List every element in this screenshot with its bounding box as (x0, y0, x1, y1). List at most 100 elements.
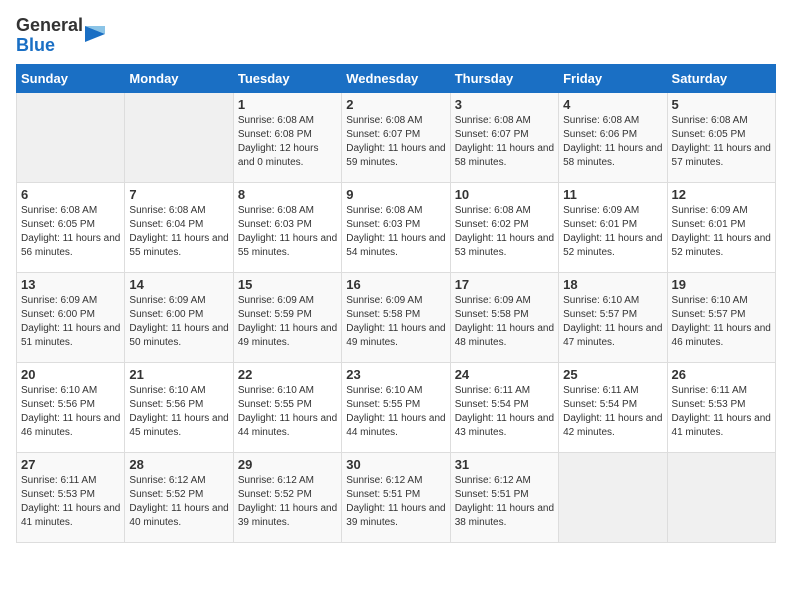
day-info: Sunrise: 6:10 AMSunset: 5:57 PMDaylight:… (672, 294, 771, 350)
day-number: 7 (129, 187, 228, 202)
day-info: Sunrise: 6:10 AMSunset: 5:55 PMDaylight:… (238, 384, 337, 440)
logo: General Blue (16, 16, 113, 56)
day-number: 24 (455, 367, 554, 382)
day-number: 10 (455, 187, 554, 202)
day-number: 13 (21, 277, 120, 292)
calendar-cell: 4Sunrise: 6:08 AMSunset: 6:06 PMDaylight… (559, 92, 667, 182)
calendar-cell (125, 92, 233, 182)
weekday-header-monday: Monday (125, 64, 233, 92)
day-number: 6 (21, 187, 120, 202)
day-info: Sunrise: 6:09 AMSunset: 6:00 PMDaylight:… (129, 294, 228, 350)
calendar-cell: 15Sunrise: 6:09 AMSunset: 5:59 PMDayligh… (233, 272, 341, 362)
calendar-cell: 18 Sunrise: 6:10 AMSunset: 5:57 PMDayligh… (559, 272, 667, 362)
day-number: 16 (346, 277, 445, 292)
calendar-cell: 30Sunrise: 6:12 AMSunset: 5:51 PMDayligh… (342, 452, 450, 542)
day-info: Sunrise: 6:08 AMSunset: 6:07 PMDaylight:… (455, 114, 554, 170)
calendar-week-row: 1 Sunrise: 6:08 AMSunset: 6:08 PMDaylight… (17, 92, 776, 182)
day-number: 25 (563, 367, 662, 382)
calendar-cell: 19 Sunrise: 6:10 AMSunset: 5:57 PMDayligh… (667, 272, 775, 362)
day-info: Sunrise: 6:11 AMSunset: 5:53 PMDaylight:… (672, 384, 771, 440)
day-info: Sunrise: 6:11 AMSunset: 5:54 PMDaylight:… (455, 384, 554, 440)
calendar-cell (559, 452, 667, 542)
day-info: Sunrise: 6:10 AMSunset: 5:57 PMDaylight:… (563, 294, 662, 350)
day-info: Sunrise: 6:12 AMSunset: 5:51 PMDaylight:… (455, 474, 554, 530)
calendar-cell: 9 Sunrise: 6:08 AMSunset: 6:03 PMDaylight… (342, 182, 450, 272)
day-number: 4 (563, 97, 662, 112)
day-number: 19 (672, 277, 771, 292)
logo-general-text: General (16, 15, 83, 35)
day-number: 29 (238, 457, 337, 472)
calendar-cell: 13 Sunrise: 6:09 AMSunset: 6:00 PMDayligh… (17, 272, 125, 362)
calendar-cell: 20 Sunrise: 6:10 AMSunset: 5:56 PMDayligh… (17, 362, 125, 452)
day-number: 3 (455, 97, 554, 112)
calendar-week-row: 6 Sunrise: 6:08 AMSunset: 6:05 PMDaylight… (17, 182, 776, 272)
day-number: 21 (129, 367, 228, 382)
day-info: Sunrise: 6:08 AMSunset: 6:03 PMDaylight:… (346, 204, 445, 260)
day-number: 8 (238, 187, 337, 202)
day-number: 9 (346, 187, 445, 202)
calendar-week-row: 13 Sunrise: 6:09 AMSunset: 6:00 PMDayligh… (17, 272, 776, 362)
weekday-header-wednesday: Wednesday (342, 64, 450, 92)
calendar-cell: 3 Sunrise: 6:08 AMSunset: 6:07 PMDaylight… (450, 92, 558, 182)
logo-blue-text: Blue (16, 35, 55, 55)
day-number: 14 (129, 277, 228, 292)
day-number: 11 (563, 187, 662, 202)
day-number: 1 (238, 97, 337, 112)
calendar-cell: 5 Sunrise: 6:08 AMSunset: 6:05 PMDaylight… (667, 92, 775, 182)
calendar-cell: 12 Sunrise: 6:09 AMSunset: 6:01 PMDayligh… (667, 182, 775, 272)
day-info: Sunrise: 6:12 AMSunset: 5:52 PMDaylight:… (238, 474, 337, 530)
calendar-cell: 16Sunrise: 6:09 AMSunset: 5:58 PMDayligh… (342, 272, 450, 362)
day-info: Sunrise: 6:08 AMSunset: 6:03 PMDaylight:… (238, 204, 337, 260)
day-info: Sunrise: 6:09 AMSunset: 6:01 PMDaylight:… (672, 204, 771, 260)
weekday-header-tuesday: Tuesday (233, 64, 341, 92)
day-number: 2 (346, 97, 445, 112)
day-number: 31 (455, 457, 554, 472)
calendar-cell: 24 Sunrise: 6:11 AMSunset: 5:54 PMDayligh… (450, 362, 558, 452)
calendar-cell: 11 Sunrise: 6:09 AMSunset: 6:01 PMDayligh… (559, 182, 667, 272)
day-number: 27 (21, 457, 120, 472)
calendar-week-row: 27Sunrise: 6:11 AMSunset: 5:53 PMDayligh… (17, 452, 776, 542)
calendar-cell: 8 Sunrise: 6:08 AMSunset: 6:03 PMDaylight… (233, 182, 341, 272)
day-info: Sunrise: 6:09 AMSunset: 5:59 PMDaylight:… (238, 294, 337, 350)
calendar-week-row: 20 Sunrise: 6:10 AMSunset: 5:56 PMDayligh… (17, 362, 776, 452)
calendar-cell: 27Sunrise: 6:11 AMSunset: 5:53 PMDayligh… (17, 452, 125, 542)
day-number: 20 (21, 367, 120, 382)
day-number: 28 (129, 457, 228, 472)
day-info: Sunrise: 6:10 AMSunset: 5:55 PMDaylight:… (346, 384, 445, 440)
calendar-cell: 23Sunrise: 6:10 AMSunset: 5:55 PMDayligh… (342, 362, 450, 452)
calendar-cell: 10 Sunrise: 6:08 AMSunset: 6:02 PMDayligh… (450, 182, 558, 272)
calendar-cell: 14 Sunrise: 6:09 AMSunset: 6:00 PMDayligh… (125, 272, 233, 362)
day-info: Sunrise: 6:09 AMSunset: 6:00 PMDaylight:… (21, 294, 120, 350)
day-info: Sunrise: 6:08 AMSunset: 6:05 PMDaylight:… (672, 114, 771, 170)
calendar-cell: 17 Sunrise: 6:09 AMSunset: 5:58 PMDayligh… (450, 272, 558, 362)
day-info: Sunrise: 6:10 AMSunset: 5:56 PMDaylight:… (129, 384, 228, 440)
day-info: Sunrise: 6:09 AMSunset: 6:01 PMDaylight:… (563, 204, 662, 260)
calendar-cell: 21 Sunrise: 6:10 AMSunset: 5:56 PMDayligh… (125, 362, 233, 452)
day-number: 12 (672, 187, 771, 202)
calendar-cell: 7Sunrise: 6:08 AMSunset: 6:04 PMDaylight… (125, 182, 233, 272)
day-info: Sunrise: 6:08 AMSunset: 6:05 PMDaylight:… (21, 204, 120, 260)
weekday-header-sunday: Sunday (17, 64, 125, 92)
day-info: Sunrise: 6:11 AMSunset: 5:54 PMDaylight:… (563, 384, 662, 440)
day-info: Sunrise: 6:09 AMSunset: 5:58 PMDaylight:… (455, 294, 554, 350)
day-number: 18 (563, 277, 662, 292)
weekday-header-saturday: Saturday (667, 64, 775, 92)
calendar-cell: 1 Sunrise: 6:08 AMSunset: 6:08 PMDaylight… (233, 92, 341, 182)
day-info: Sunrise: 6:10 AMSunset: 5:56 PMDaylight:… (21, 384, 120, 440)
day-number: 5 (672, 97, 771, 112)
calendar-cell: 26Sunrise: 6:11 AMSunset: 5:53 PMDayligh… (667, 362, 775, 452)
calendar-cell (667, 452, 775, 542)
day-info: Sunrise: 6:12 AMSunset: 5:52 PMDaylight:… (129, 474, 228, 530)
calendar-cell (17, 92, 125, 182)
logo-arrow-icon (85, 16, 113, 52)
day-info: Sunrise: 6:08 AMSunset: 6:02 PMDaylight:… (455, 204, 554, 260)
calendar-cell: 28 Sunrise: 6:12 AMSunset: 5:52 PMDayligh… (125, 452, 233, 542)
weekday-header-thursday: Thursday (450, 64, 558, 92)
calendar-cell: 29 Sunrise: 6:12 AMSunset: 5:52 PMDayligh… (233, 452, 341, 542)
day-number: 22 (238, 367, 337, 382)
day-number: 17 (455, 277, 554, 292)
page-header: General Blue (16, 16, 776, 56)
day-info: Sunrise: 6:08 AMSunset: 6:08 PMDaylight:… (238, 114, 337, 170)
calendar-table: SundayMondayTuesdayWednesdayThursdayFrid… (16, 64, 776, 543)
day-info: Sunrise: 6:12 AMSunset: 5:51 PMDaylight:… (346, 474, 445, 530)
